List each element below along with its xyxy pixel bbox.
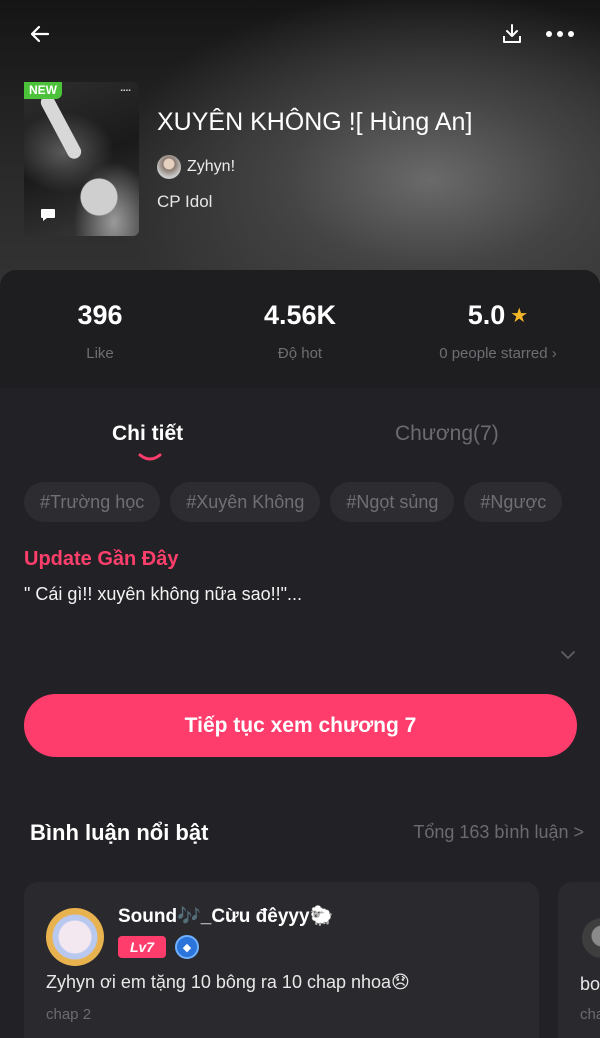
comment-chapter: chap 2 — [46, 1006, 92, 1023]
rating-row: 5.0 ★ — [398, 298, 598, 332]
tab-chapters[interactable]: Chương(7) — [395, 422, 499, 446]
author-name: Zyhyn! — [187, 158, 236, 175]
hot-label: Độ hot — [277, 345, 323, 362]
update-excerpt: " Cái gì!! xuyên không nữa sao!!"... — [24, 584, 302, 604]
commenter-avatar[interactable] — [582, 918, 600, 958]
likes-count: 396 — [77, 299, 123, 330]
top-bar — [0, 14, 600, 54]
rating-label: 0 people starred › — [439, 345, 557, 362]
commenter-name: Sound🎶_Cừu đêyyy🐑 — [118, 906, 334, 927]
comment-text: Zyhyn ơi em tặng 10 bông ra 10 chap nhoa… — [46, 972, 410, 992]
commenter-avatar[interactable] — [46, 908, 104, 966]
star-icon: ★ — [510, 304, 529, 327]
comments-heading: Bình luận nổi bật — [30, 820, 209, 845]
more-options-button[interactable] — [540, 16, 580, 52]
tag-chip[interactable]: #Trường học — [24, 482, 161, 522]
comment-chapter: cha — [580, 1006, 600, 1023]
tab-details[interactable]: Chi tiết — [112, 422, 183, 446]
rating-value: 5.0 — [467, 299, 506, 330]
update-heading: Update Gần Đây — [24, 548, 179, 570]
chat-bubble-icon — [41, 209, 55, 221]
story-genre: CP Idol — [157, 192, 213, 211]
tag-chip[interactable]: #Xuyên Không — [170, 482, 321, 522]
download-icon — [503, 24, 521, 43]
comment-card[interactable]: Sound🎶_Cừu đêyyy🐑 Lv7 ◆ Zyhyn ơi em tặng… — [24, 882, 539, 1038]
download-button[interactable] — [494, 16, 530, 52]
level-badge: Lv7 — [118, 936, 166, 958]
stat-rating[interactable]: 5.0 ★ 0 people starred › — [398, 298, 598, 363]
header-banner: ▪▪▪▪ NEW XUYÊN KHÔNG ![ Hùng An] Zyhyn! … — [0, 0, 600, 290]
comments-total-link[interactable]: Tổng 163 bình luận > — [413, 822, 584, 843]
verified-icon: ◆ — [175, 935, 199, 959]
tag-list: #Trường học #Xuyên Không #Ngọt sủng #Ngược — [24, 482, 576, 524]
comment-card[interactable]: bo cha — [558, 882, 600, 1038]
comment-text: bo — [580, 974, 600, 994]
likes-label: Like — [86, 345, 114, 362]
hot-count: 4.56K — [263, 299, 337, 330]
tab-active-indicator — [138, 453, 162, 461]
cover-figure — [38, 92, 84, 162]
chevron-down-icon[interactable] — [558, 648, 578, 662]
stats-card: 396 Like 4.56K Độ hot 5.0 ★ 0 people sta… — [0, 270, 600, 388]
continue-reading-button[interactable]: Tiếp tục xem chương 7 — [24, 694, 577, 757]
main-content: Chi tiết Chương(7) #Trường học #Xuyên Khô… — [0, 402, 600, 1038]
tag-chip[interactable]: #Ngọt sủng — [330, 482, 455, 522]
new-badge: NEW — [24, 82, 62, 99]
tag-chip[interactable]: #Ngược — [464, 482, 563, 522]
author-avatar — [157, 155, 181, 179]
back-button[interactable] — [22, 16, 58, 52]
back-arrow-icon — [30, 25, 50, 43]
author-link[interactable]: Zyhyn! — [157, 154, 235, 180]
stat-hot: 4.56K Độ hot — [200, 298, 400, 363]
more-icon — [546, 31, 574, 37]
stat-likes: 396 Like — [0, 298, 200, 363]
cover-watermark: ▪▪▪▪ — [120, 88, 131, 94]
story-title: XUYÊN KHÔNG ![ Hùng An] — [157, 108, 473, 136]
